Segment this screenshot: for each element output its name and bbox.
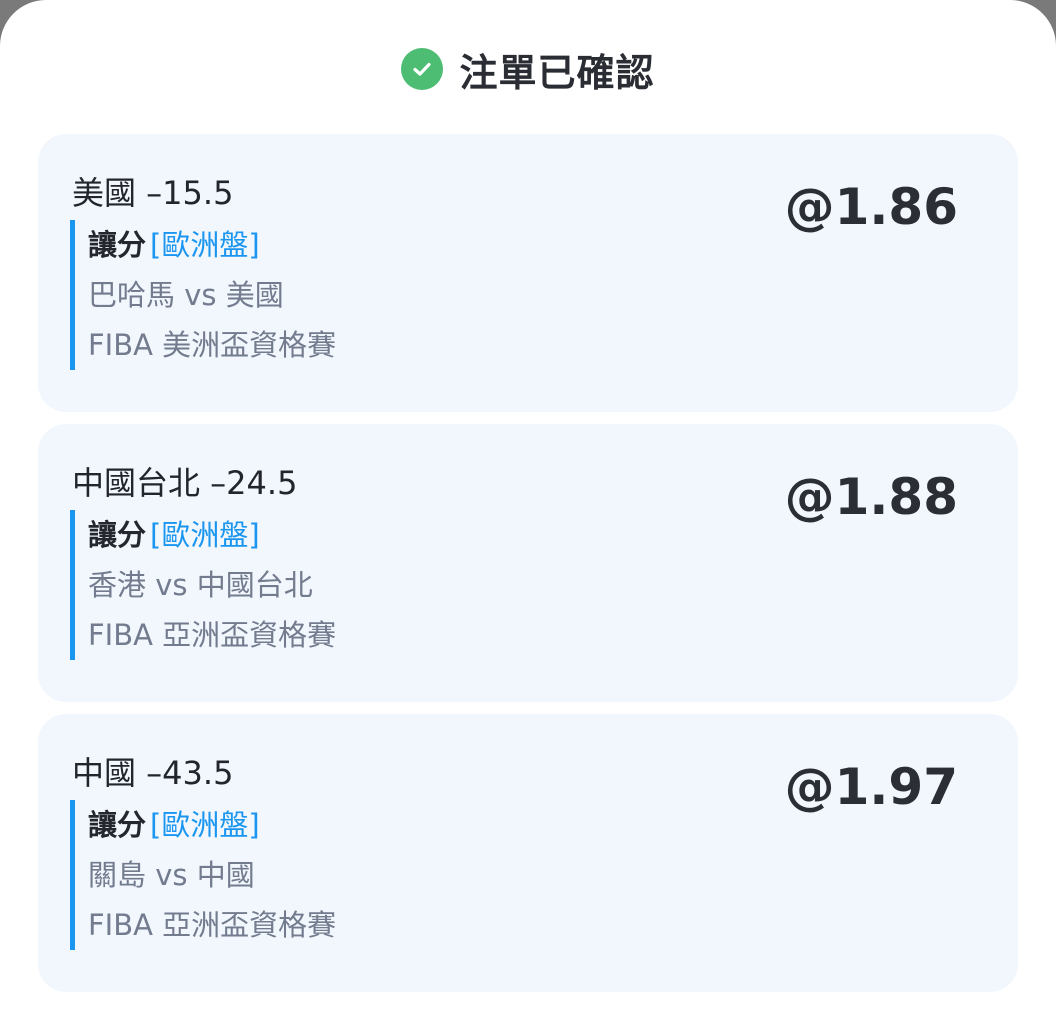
- competition-name: FIBA 亞洲盃資格賽: [88, 618, 337, 652]
- bet-odds: @1.86: [784, 178, 958, 236]
- match-name: 香港 vs 中國台北: [88, 568, 313, 602]
- bet-odds: @1.97: [784, 758, 958, 816]
- market-type: 讓分: [88, 808, 147, 842]
- bet-card[interactable]: 美國 –15.5 @1.86 讓分 [歐洲盤] 巴哈馬 vs 美國 FIBA 美洲…: [38, 134, 1018, 412]
- market-tag: [歐洲盤]: [150, 228, 260, 262]
- bet-selection: 美國 –15.5: [72, 174, 234, 212]
- competition-name: FIBA 亞洲盃資格賽: [88, 908, 337, 942]
- market-line: 讓分 [歐洲盤]: [88, 510, 570, 560]
- competition-name: FIBA 美洲盃資格賽: [88, 328, 337, 362]
- bet-confirmation-sheet: 注單已確認 美國 –15.5 @1.86 讓分 [歐洲盤] 巴哈馬 vs 美國 F…: [0, 0, 1056, 1020]
- bet-card[interactable]: 中國台北 –24.5 @1.88 讓分 [歐洲盤] 香港 vs 中國台北 FIBA…: [38, 424, 1018, 702]
- market-line: 讓分 [歐洲盤]: [88, 800, 570, 850]
- market-line: 讓分 [歐洲盤]: [88, 220, 570, 270]
- bet-detail: 讓分 [歐洲盤] 關島 vs 中國 FIBA 亞洲盃資格賽: [70, 800, 570, 950]
- match-name: 巴哈馬 vs 美國: [88, 278, 284, 312]
- market-type: 讓分: [88, 228, 147, 262]
- check-circle-icon: [401, 48, 444, 90]
- match-name: 關島 vs 中國: [88, 858, 255, 892]
- bet-detail: 讓分 [歐洲盤] 香港 vs 中國台北 FIBA 亞洲盃資格賽: [70, 510, 570, 660]
- confirmation-title: 注單已確認: [459, 50, 655, 95]
- confirmation-header: 注單已確認: [0, 44, 1056, 95]
- market-tag: [歐洲盤]: [150, 808, 260, 842]
- market-type: 讓分: [88, 518, 147, 552]
- bet-selection: 中國 –43.5: [72, 754, 234, 792]
- bet-selection: 中國台北 –24.5: [72, 464, 298, 502]
- bet-detail: 讓分 [歐洲盤] 巴哈馬 vs 美國 FIBA 美洲盃資格賽: [70, 220, 570, 370]
- bet-card[interactable]: 中國 –43.5 @1.97 讓分 [歐洲盤] 關島 vs 中國 FIBA 亞洲盃…: [38, 714, 1018, 992]
- market-tag: [歐洲盤]: [150, 518, 260, 552]
- bet-odds: @1.88: [784, 468, 958, 526]
